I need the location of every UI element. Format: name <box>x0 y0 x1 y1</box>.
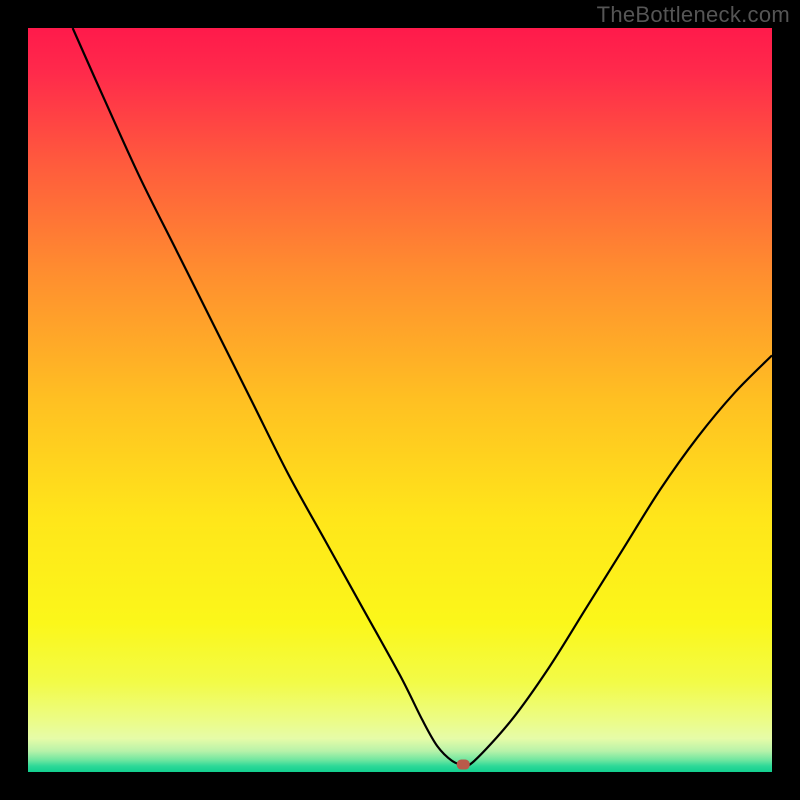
gradient-background <box>28 28 772 772</box>
chart-svg <box>28 28 772 772</box>
minimum-marker <box>457 760 469 769</box>
watermark-text: TheBottleneck.com <box>597 2 790 28</box>
plot-area <box>28 28 772 772</box>
chart-frame: TheBottleneck.com <box>0 0 800 800</box>
